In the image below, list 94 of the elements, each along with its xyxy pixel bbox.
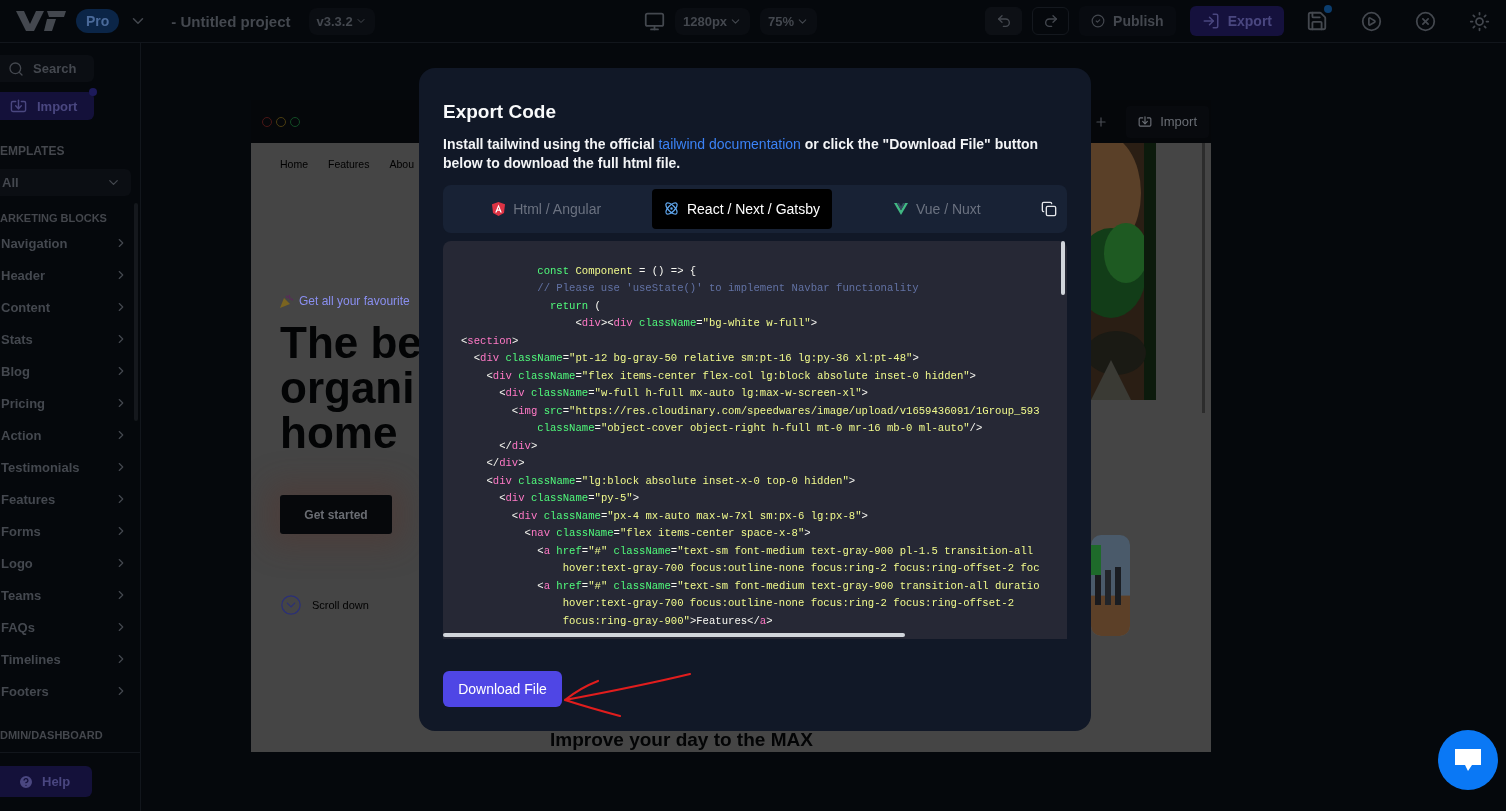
code-line: className="object-cover object-right h-full mt-0 mr-16 mb-0 ml-auto"/> xyxy=(536,421,984,437)
triangle-icon xyxy=(893,202,908,215)
filter-dropdown[interactable]: All xyxy=(0,169,131,196)
section-heading: ARKETING BLOCKS xyxy=(0,212,108,224)
code-line: <div className="flex items-center flex-col lg:block absolute inset-0 hidden"> xyxy=(485,368,977,384)
export-button[interactable]: Export xyxy=(1189,6,1284,36)
speech-bubble-icon xyxy=(1453,747,1483,773)
code-line: // Please use 'useState()' to implement Navbar functionality xyxy=(536,281,920,297)
code-line: return ( xyxy=(549,298,602,314)
code-line: <div className="pt-12 bg-gray-50 relative sm:pt-16 lg:py-36 xl:pt-48"> xyxy=(472,351,920,367)
sidebar-item[interactable]: Logo xyxy=(0,547,128,579)
redo-button[interactable] xyxy=(1032,7,1070,35)
nav-link[interactable]: Home xyxy=(280,158,308,170)
copy-icon xyxy=(1041,200,1057,217)
sidebar-item[interactable]: Content xyxy=(0,291,128,323)
party-popper-icon xyxy=(280,294,293,308)
tagline-text: Get all your favourite xyxy=(299,294,410,308)
section-heading: EMPLATES xyxy=(0,144,66,158)
code-line: hover:text-gray-700 focus:outline-none focus:ring-2 focus:ring-offset-2 xyxy=(561,596,1016,612)
publish-button[interactable]: Publish xyxy=(1079,6,1176,36)
plus-icon[interactable] xyxy=(1094,114,1109,129)
sidebar-item[interactable]: Timelines xyxy=(0,643,128,675)
sidebar-item[interactable]: Footers xyxy=(0,675,128,707)
project-title: - Untitled project xyxy=(171,12,291,30)
help-button[interactable]: Help xyxy=(0,766,92,797)
sidebar-item[interactable]: Testimonials xyxy=(0,451,128,483)
dialog-description: Install tailwind using the official tailwind documentation or click the "Download File" button below to download the full html file. xyxy=(443,135,1040,173)
sun-icon xyxy=(1468,10,1490,32)
sidebar-item[interactable]: Navigation xyxy=(0,227,128,259)
notification-dot xyxy=(89,88,97,96)
sidebar-item[interactable]: Forms xyxy=(0,515,128,547)
import-button[interactable]: Import xyxy=(1126,105,1209,138)
headline-text: The be xyxy=(280,320,422,365)
sidebar-item[interactable]: Blog xyxy=(0,355,128,387)
scroll-hint: Scroll down xyxy=(312,599,369,611)
chat-button[interactable] xyxy=(1438,730,1498,790)
code-line: const Component = () => { xyxy=(536,263,698,279)
play-icon xyxy=(1360,10,1382,32)
dialog-title: Export Code xyxy=(443,101,557,123)
viewport-dropdown[interactable]: 1280px xyxy=(675,7,751,35)
sidebar-item[interactable]: Stats xyxy=(0,323,128,355)
code-line: <a href="#" className="text-sm font-medium text-gray-900 pl-1.5 transition-all xyxy=(536,543,1035,559)
nav-link[interactable]: Abou xyxy=(389,158,414,170)
sidebar-item[interactable]: FAQs xyxy=(0,611,128,643)
version-dropdown[interactable]: v3.3.2 xyxy=(308,7,375,35)
export-icon xyxy=(1201,12,1220,30)
close-icon xyxy=(1414,10,1436,32)
undo-icon xyxy=(995,13,1012,29)
code-line: </div> xyxy=(485,456,526,472)
code-line: <img src="https://res.cloudinary.com/speedwares/image/upload/v1659436091/1Group_593 xyxy=(510,403,1041,419)
sidebar-item[interactable]: Action xyxy=(0,419,128,451)
sidebar-item[interactable]: Teams xyxy=(0,579,128,611)
download-button[interactable]: Download File xyxy=(443,671,562,707)
monitor-icon[interactable] xyxy=(644,10,665,32)
sidebar-item[interactable]: Features xyxy=(0,483,128,515)
notification-dot xyxy=(1324,5,1332,13)
scrollbar xyxy=(1061,240,1065,295)
code-line: focus:ring-gray-900">Features</a> xyxy=(561,613,774,629)
search-icon xyxy=(8,61,24,77)
framework-tab[interactable]: Html / Angular xyxy=(457,188,637,229)
help-icon xyxy=(18,773,34,790)
headline-text: organi xyxy=(280,365,415,410)
search-field[interactable]: Search xyxy=(0,55,94,82)
nav-link[interactable]: Features xyxy=(328,158,370,170)
code-line: <div className="py-5"> xyxy=(498,491,641,507)
shield-icon xyxy=(492,201,506,216)
code-line: hover:text-gray-700 focus:outline-none focus:ring-2 focus:ring-offset-2 foc xyxy=(561,561,1041,577)
framework-tab[interactable]: React / Next / Gatsby xyxy=(652,188,832,229)
code-line: <div className="w-full h-full mx-auto lg:max-w-screen-xl"> xyxy=(498,386,869,402)
code-line: <section> xyxy=(461,333,520,349)
import-icon xyxy=(1138,114,1153,129)
check-circle-icon xyxy=(1091,14,1106,28)
copy-button[interactable] xyxy=(1041,200,1057,217)
get-started-button[interactable]: Get started xyxy=(280,495,392,534)
code-line: </div> xyxy=(498,438,539,454)
framework-tab[interactable]: Vue / Nuxt xyxy=(847,188,1027,229)
import-icon xyxy=(10,97,27,115)
plan-badge: Pro xyxy=(76,9,120,33)
redo-icon xyxy=(1042,13,1059,29)
code-line: <div><div className="bg-white w-full"> xyxy=(574,316,819,332)
code-line: <div className="lg:block absolute inset-x-0 top-0 hidden"> xyxy=(485,473,857,489)
code-line: <div className="px-4 mx-auto max-w-7xl sm:px-6 lg:px-8"> xyxy=(510,508,869,524)
logo-icon xyxy=(14,11,66,31)
sidebar-item[interactable]: Header xyxy=(0,259,128,291)
section-heading: DMIN/DASHBOARD xyxy=(0,729,104,741)
zoom-dropdown[interactable]: 75% xyxy=(760,7,818,35)
undo-button[interactable] xyxy=(985,7,1023,35)
sidebar-item[interactable]: Pricing xyxy=(0,387,128,419)
code-line: <a href="#" className="text-sm font-medium text-gray-900 transition-all duratio xyxy=(536,578,1041,594)
code-line: <nav className="flex items-center space-x-8"> xyxy=(523,526,812,542)
atom-icon xyxy=(663,201,679,217)
section-title: Improve your day to the MAX xyxy=(550,730,813,749)
chevron-down-circle-icon[interactable] xyxy=(280,594,302,616)
documentation-link[interactable]: tailwind documentation xyxy=(658,136,801,152)
